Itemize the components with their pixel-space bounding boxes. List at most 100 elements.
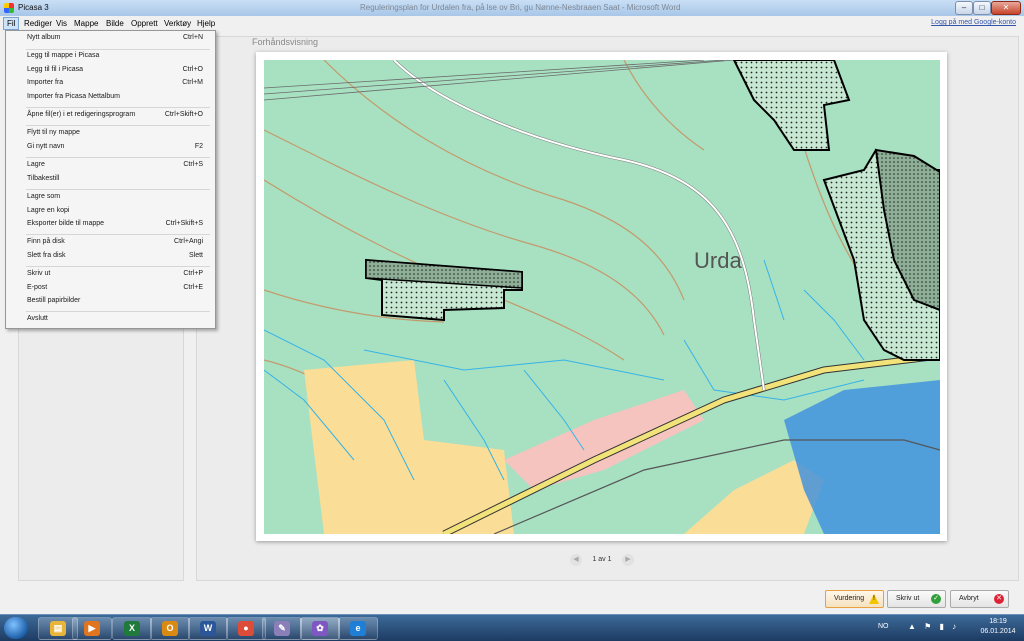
taskbar-excel[interactable]: X [112,617,152,640]
clock-time[interactable]: 18:19 [978,618,1018,625]
menu-item-shortcut: Slett [188,252,203,259]
menu-item-add-file[interactable]: Legg til fil i Picasa Ctrl+O [6,65,215,77]
outlook-icon: O [162,621,178,636]
menu-mappe[interactable]: Mappe [74,19,98,28]
word-icon: W [200,621,216,636]
menu-separator [26,311,210,312]
google-login-link[interactable]: Logg på med Google-konto [931,19,1016,26]
menu-item-shortcut: Ctrl+E [183,284,203,291]
taskbar-word[interactable]: W [188,617,228,640]
menu-item-save[interactable]: Lagre Ctrl+S [6,160,215,172]
menu-item-label: Tilbakestill [27,175,60,182]
taskbar-media-player[interactable]: ▶ [72,617,112,640]
menu-item-add-folder[interactable]: Legg til mappe i Picasa [6,51,215,63]
menu-item-label: Importer fra Picasa Nettalbum [27,93,120,100]
clock-date[interactable]: 06.01.2014 [976,628,1020,635]
print-button[interactable]: Skriv ut ✓ [887,590,946,608]
menu-item-shortcut: Ctrl+Skift+S [165,220,203,227]
warning-icon: ! [869,594,879,604]
menu-item-open-in-editor[interactable]: Åpne fil(er) i et redigeringsprogram Ctrl… [6,110,215,122]
start-button[interactable] [4,617,28,639]
menu-item-shortcut: Ctrl+Angi [174,238,203,245]
window-title: Picasa 3 [18,3,49,12]
print-button-label: Skriv ut [896,595,920,602]
menu-item-label: Importer fra [27,79,64,86]
menu-item-label: Lagre som [27,193,61,200]
menu-item-exit[interactable]: Avslutt [6,314,215,326]
menu-item-label: Flytt til ny mappe [27,129,80,136]
taskbar-paint[interactable]: ✎ [262,617,302,640]
excel-icon: X [124,621,140,636]
menu-separator [26,107,210,108]
menu-item-shortcut: Ctrl+N [182,34,203,41]
menu-item-shortcut: Ctrl+S [183,161,203,168]
menu-item-label: Åpne fil(er) i et redigeringsprogram [27,111,136,118]
menu-separator [26,157,210,158]
menu-item-order-prints[interactable]: Bestill papirbilder [6,296,215,308]
taskbar-internet-explorer[interactable]: e [338,617,378,640]
menu-separator [26,125,210,126]
menu-item-label: Lagre [27,161,45,168]
minimize-button[interactable]: – [955,1,973,15]
cancel-button-label: Avbryt [959,595,979,602]
menu-fil[interactable]: Fil [3,17,20,30]
taskbar-chrome[interactable]: ● [226,617,266,640]
menu-item-label: Legg til fil i Picasa [27,66,84,73]
menu-item-label: Legg til mappe i Picasa [27,52,100,59]
menu-item-label: E-post [27,284,48,291]
menu-item-label: Lagre en kopi [27,207,70,214]
maximize-button[interactable]: □ [973,1,991,15]
preview-heading: Forhåndsvisning [252,37,319,47]
media-player-icon: ▶ [84,621,100,636]
menu-bilde[interactable]: Bilde [106,19,124,28]
paint-icon: ✎ [274,621,290,636]
menu-item-move-to-folder[interactable]: Flytt til ny mappe [6,128,215,140]
menu-item-shortcut: Ctrl+O [182,66,203,73]
menu-item-delete-from-disk[interactable]: Slett fra disk Slett [6,251,215,263]
menu-item-export[interactable]: Eksporter bilde til mappe Ctrl+Skift+S [6,219,215,231]
taskbar-outlook[interactable]: O [150,617,190,640]
background-window-title: Reguleringsplan for Urdalen fra, på lse … [360,3,680,12]
folder-icon: ▤ [50,621,66,636]
map-image: Urda [264,60,940,534]
menu-item-import-from[interactable]: Importer fra Ctrl+M [6,78,215,90]
menu-item-shortcut: Ctrl+Skift+O [164,111,203,118]
map-place-name: Urda [694,248,742,273]
title-bar: Picasa 3 Reguleringsplan for Urdalen fra… [0,0,1024,16]
close-button[interactable]: ✕ [991,1,1021,15]
menu-item-label: Slett fra disk [27,252,66,259]
previous-page-button[interactable]: ◀ [570,554,582,566]
cancel-button[interactable]: Avbryt ✕ [950,590,1009,608]
menu-item-label: Nytt album [27,34,61,41]
rating-button[interactable]: Vurdering ! [825,590,884,608]
menu-item-print[interactable]: Skriv ut Ctrl+P [6,269,215,281]
menu-item-rename[interactable]: Gi nytt navn F2 [6,142,215,154]
menu-item-label: Bestill papirbilder [27,297,81,304]
language-indicator[interactable]: NO [878,623,889,630]
menu-hjelp[interactable]: Hjelp [197,19,215,28]
menu-opprett[interactable]: Opprett [131,19,158,28]
next-page-button[interactable]: ▶ [622,554,634,566]
menu-item-save-as[interactable]: Lagre som [6,192,215,204]
menu-item-save-copy[interactable]: Lagre en kopi [6,206,215,218]
menu-item-new-album[interactable]: Nytt album Ctrl+N [6,33,215,45]
picasa-icon: ✿ [312,621,328,636]
close-icon: ✕ [994,594,1004,604]
taskbar-picasa[interactable]: ✿ [300,617,340,640]
chrome-icon: ● [238,621,254,636]
menu-verktoy[interactable]: Verktøy [164,19,191,28]
menu-item-label: Avslutt [27,315,48,322]
page-indicator: 1 av 1 [592,556,612,563]
menu-vis[interactable]: Vis [56,19,67,28]
menu-item-email[interactable]: E-post Ctrl+E [6,283,215,295]
menu-rediger[interactable]: Rediger [24,19,52,28]
menu-separator [26,266,210,267]
menu-item-revert[interactable]: Tilbakestill [6,174,215,186]
menu-separator [26,189,210,190]
system-tray-icons[interactable]: ▲ ⚑ ▮ ♪ [908,622,959,631]
rating-button-label: Vurdering [834,595,865,602]
menu-item-import-web-album[interactable]: Importer fra Picasa Nettalbum [6,92,215,104]
menu-item-find-on-disk[interactable]: Finn på disk Ctrl+Angi [6,237,215,249]
menu-item-label: Eksporter bilde til mappe [27,220,105,227]
menu-bar: Fil Rediger Vis Mappe Bilde Opprett Verk… [0,16,1024,31]
